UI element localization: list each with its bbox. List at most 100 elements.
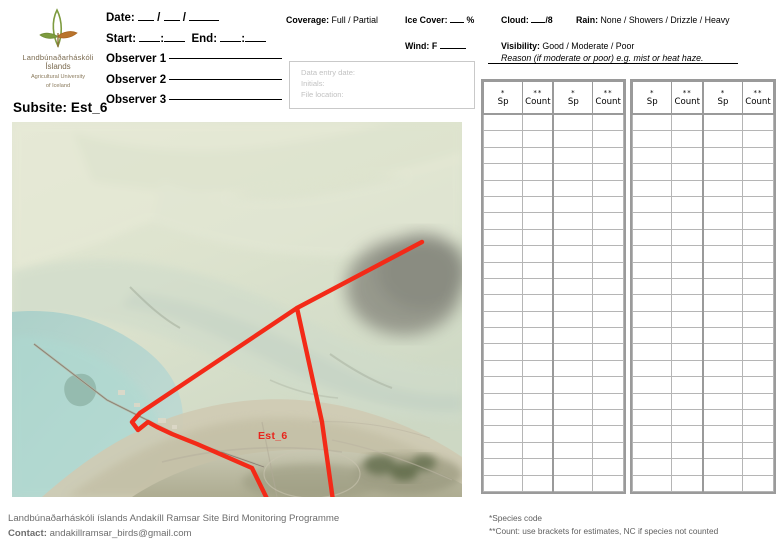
table-row[interactable] xyxy=(482,277,624,296)
count-cell[interactable] xyxy=(592,425,624,443)
species-cell[interactable] xyxy=(702,458,743,476)
species-cell[interactable] xyxy=(702,343,743,361)
table-row[interactable] xyxy=(631,409,775,427)
count-cell[interactable] xyxy=(741,130,775,148)
count-cell[interactable] xyxy=(592,245,624,263)
count-cell[interactable] xyxy=(592,458,624,476)
species-cell[interactable] xyxy=(631,359,673,378)
aerial-site-map[interactable]: Est_6 xyxy=(12,122,462,497)
count-cell[interactable] xyxy=(522,146,555,165)
count-cell[interactable] xyxy=(741,195,775,214)
count-cell[interactable] xyxy=(592,212,624,230)
species-cell[interactable] xyxy=(631,376,673,394)
count-cell[interactable] xyxy=(741,392,775,411)
count-cell[interactable] xyxy=(671,409,704,427)
table-row[interactable] xyxy=(631,359,775,378)
species-cell[interactable] xyxy=(482,195,524,214)
count-cell[interactable] xyxy=(741,441,775,460)
table-row[interactable] xyxy=(482,441,624,460)
species-cell[interactable] xyxy=(631,179,673,197)
species-cell[interactable] xyxy=(702,409,743,427)
species-cell[interactable] xyxy=(552,310,594,329)
species-cell[interactable] xyxy=(631,343,673,361)
species-cell[interactable] xyxy=(702,228,743,247)
count-cell[interactable] xyxy=(522,228,555,247)
count-cell[interactable] xyxy=(741,179,775,197)
ice-cover-field[interactable]: Ice Cover: % xyxy=(405,14,474,26)
visibility-field[interactable]: Visibility: Good / Moderate / Poor xyxy=(501,40,634,52)
count-cell[interactable] xyxy=(592,343,624,361)
species-cell[interactable] xyxy=(631,245,673,263)
species-cell[interactable] xyxy=(702,130,743,148)
count-cell[interactable] xyxy=(592,359,624,378)
count-cell[interactable] xyxy=(671,179,704,197)
count-cell[interactable] xyxy=(741,294,775,312)
table-row[interactable] xyxy=(482,327,624,345)
species-count-table-left[interactable]: * Sp ** Count * Sp ** Count xyxy=(481,79,626,494)
count-cell[interactable] xyxy=(671,277,704,296)
observer2-field-row[interactable]: Observer 2 xyxy=(106,70,286,91)
end-hour-blank[interactable] xyxy=(220,40,242,42)
count-cell[interactable] xyxy=(741,228,775,247)
footer-contact-email[interactable]: andakillramsar_birds@gmail.com xyxy=(50,528,192,539)
species-cell[interactable] xyxy=(702,146,743,165)
count-cell[interactable] xyxy=(671,425,704,443)
species-cell[interactable] xyxy=(631,327,673,345)
table-row[interactable] xyxy=(482,359,624,378)
table-row[interactable] xyxy=(482,310,624,329)
species-cell[interactable] xyxy=(702,212,743,230)
species-cell[interactable] xyxy=(482,409,524,427)
species-cell[interactable] xyxy=(702,195,743,214)
species-cell[interactable] xyxy=(631,392,673,411)
species-cell[interactable] xyxy=(482,376,524,394)
count-cell[interactable] xyxy=(671,359,704,378)
species-cell[interactable] xyxy=(552,130,594,148)
count-cell[interactable] xyxy=(592,277,624,296)
table-row[interactable] xyxy=(631,294,775,312)
count-cell[interactable] xyxy=(741,245,775,263)
species-cell[interactable] xyxy=(482,163,524,181)
count-cell[interactable] xyxy=(741,113,775,132)
count-cell[interactable] xyxy=(592,113,624,132)
count-cell[interactable] xyxy=(671,327,704,345)
visibility-reason-blank[interactable] xyxy=(488,63,738,64)
table-row[interactable] xyxy=(631,310,775,329)
count-cell[interactable] xyxy=(522,195,555,214)
start-minute-blank[interactable] xyxy=(164,40,186,42)
count-cell[interactable] xyxy=(671,261,704,279)
species-cell[interactable] xyxy=(482,327,524,345)
species-cell[interactable] xyxy=(552,179,594,197)
species-cell[interactable] xyxy=(552,113,594,132)
count-cell[interactable] xyxy=(671,212,704,230)
count-cell[interactable] xyxy=(522,261,555,279)
species-cell[interactable] xyxy=(552,261,594,279)
species-cell[interactable] xyxy=(552,277,594,296)
species-cell[interactable] xyxy=(552,146,594,165)
species-cell[interactable] xyxy=(631,228,673,247)
date-month-blank[interactable] xyxy=(163,20,180,21)
species-cell[interactable] xyxy=(482,458,524,476)
count-cell[interactable] xyxy=(592,376,624,394)
count-cell[interactable] xyxy=(592,327,624,345)
table-row[interactable] xyxy=(482,409,624,427)
species-cell[interactable] xyxy=(552,228,594,247)
cloud-field[interactable]: Cloud: /8 xyxy=(501,14,553,26)
table-row[interactable] xyxy=(482,195,624,214)
count-cell[interactable] xyxy=(522,343,555,361)
date-year-blank[interactable] xyxy=(189,20,220,21)
table-row[interactable] xyxy=(631,458,775,476)
count-cell[interactable] xyxy=(671,113,704,132)
rain-options[interactable]: None / Showers / Drizzle / Heavy xyxy=(600,15,729,25)
species-cell[interactable] xyxy=(482,146,524,165)
table-row[interactable] xyxy=(482,261,624,279)
table-row[interactable] xyxy=(482,343,624,361)
count-cell[interactable] xyxy=(592,392,624,411)
table-row[interactable] xyxy=(631,425,775,443)
end-minute-blank[interactable] xyxy=(245,40,267,42)
table-row[interactable] xyxy=(631,163,775,181)
count-cell[interactable] xyxy=(671,441,704,460)
table-row[interactable] xyxy=(631,195,775,214)
date-day-blank[interactable] xyxy=(137,20,154,21)
table-row[interactable] xyxy=(631,343,775,361)
count-cell[interactable] xyxy=(741,310,775,329)
